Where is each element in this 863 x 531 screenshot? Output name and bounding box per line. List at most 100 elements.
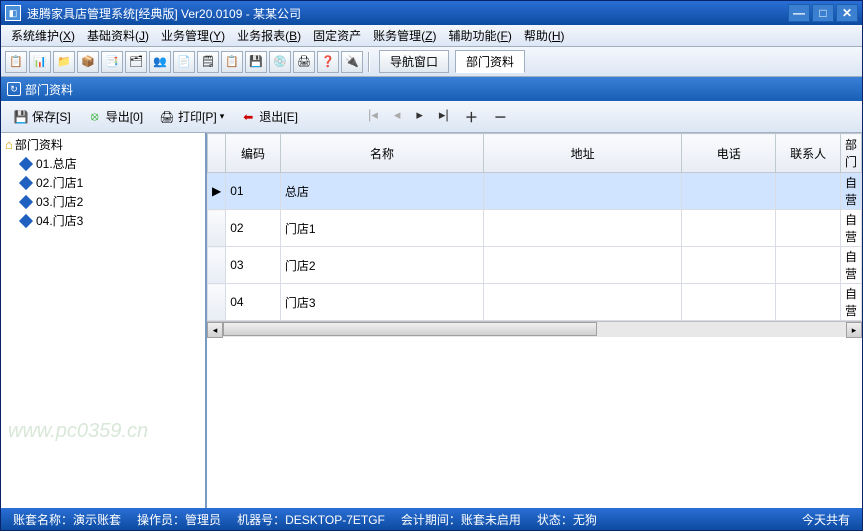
col-address[interactable]: 地址 xyxy=(484,134,682,173)
cell-contact[interactable] xyxy=(776,210,841,247)
cell-phone[interactable] xyxy=(682,173,776,210)
tab-nav-window[interactable]: 导航窗口 xyxy=(379,50,449,73)
cell-phone[interactable] xyxy=(682,210,776,247)
status-operator: 操作员：管理员 xyxy=(131,511,227,528)
cell-address[interactable] xyxy=(484,173,682,210)
data-grid[interactable]: 编码 名称 地址 电话 联系人 部门 ▶ 01 总店 自营 02 门店1 自营 xyxy=(207,133,862,321)
action-bar: 💾 保存[S] ⦻ 导出[0] 🖨 打印[P] ▾ ⬅ 退出[E] |◂ ◂ ▸… xyxy=(1,101,862,133)
add-record-button[interactable]: ＋ xyxy=(465,107,478,126)
cell-code[interactable]: 04 xyxy=(226,284,281,321)
toolbar-btn-10[interactable]: 📋 xyxy=(221,51,243,73)
cell-phone[interactable] xyxy=(682,284,776,321)
app-icon: ◧ xyxy=(5,5,21,21)
tree-item-label: 02.门店1 xyxy=(36,174,83,191)
print-icon: 🖨 xyxy=(159,109,175,125)
toolbar-btn-print[interactable]: 🖨 xyxy=(293,51,315,73)
close-button[interactable]: ✕ xyxy=(836,4,858,22)
tab-dept[interactable]: 部门资料 xyxy=(455,50,525,73)
scroll-left-button[interactable]: ◂ xyxy=(207,322,223,338)
next-record-button[interactable]: ▸ xyxy=(416,107,423,126)
toolbar-btn-3[interactable]: 📁 xyxy=(53,51,75,73)
scroll-thumb[interactable] xyxy=(223,322,597,336)
col-code[interactable]: 编码 xyxy=(226,134,281,173)
tree-item-01[interactable]: 01.总店 xyxy=(3,154,203,173)
refresh-icon[interactable]: ↻ xyxy=(7,82,21,96)
horizontal-scrollbar[interactable]: ◂ ▸ xyxy=(207,321,862,337)
cell-code[interactable]: 02 xyxy=(226,210,281,247)
cell-type[interactable]: 自营 xyxy=(840,210,861,247)
col-contact[interactable]: 联系人 xyxy=(776,134,841,173)
scroll-right-button[interactable]: ▸ xyxy=(846,322,862,338)
menu-assets[interactable]: 固定资产 xyxy=(307,25,367,46)
print-button[interactable]: 🖨 打印[P] ▾ xyxy=(153,105,230,128)
status-period: 会计期间：账套未启用 xyxy=(395,511,527,528)
cell-address[interactable] xyxy=(484,247,682,284)
menu-accounts[interactable]: 账务管理(Z) xyxy=(367,25,442,46)
table-row[interactable]: ▶ 01 总店 自营 xyxy=(208,173,862,210)
toolbar-btn-help[interactable]: ❓ xyxy=(317,51,339,73)
cell-code[interactable]: 03 xyxy=(226,247,281,284)
cell-phone[interactable] xyxy=(682,247,776,284)
diamond-icon xyxy=(19,175,33,189)
tree-item-03[interactable]: 03.门店2 xyxy=(3,192,203,211)
toolbar-btn-save[interactable]: 💾 xyxy=(245,51,267,73)
first-record-button[interactable]: |◂ xyxy=(368,107,378,126)
row-indicator xyxy=(208,247,226,284)
table-row[interactable]: 04 门店3 自营 xyxy=(208,284,862,321)
toolbar-btn-1[interactable]: 📋 xyxy=(5,51,27,73)
export-button[interactable]: ⦻ 导出[0] xyxy=(81,105,149,128)
grid-panel: 编码 名称 地址 电话 联系人 部门 ▶ 01 总店 自营 02 门店1 自营 xyxy=(207,133,862,508)
cell-name[interactable]: 门店3 xyxy=(280,284,483,321)
col-name[interactable]: 名称 xyxy=(280,134,483,173)
toolbar-btn-exit[interactable]: 🔌 xyxy=(341,51,363,73)
cell-code[interactable]: 01 xyxy=(226,173,281,210)
minimize-button[interactable]: — xyxy=(788,4,810,22)
exit-button[interactable]: ⬅ 退出[E] xyxy=(234,105,304,128)
export-icon: ⦻ xyxy=(87,109,103,125)
cell-address[interactable] xyxy=(484,284,682,321)
diamond-icon xyxy=(19,156,33,170)
tree-root[interactable]: ⌂ 部门资料 xyxy=(3,135,203,154)
cell-contact[interactable] xyxy=(776,284,841,321)
toolbar-btn-2[interactable]: 📊 xyxy=(29,51,51,73)
table-row[interactable]: 02 门店1 自营 xyxy=(208,210,862,247)
col-phone[interactable]: 电话 xyxy=(682,134,776,173)
save-label: 保存[S] xyxy=(32,108,71,125)
cell-name[interactable]: 总店 xyxy=(280,173,483,210)
exit-label: 退出[E] xyxy=(259,108,298,125)
cell-type[interactable]: 自营 xyxy=(840,173,861,210)
delete-record-button[interactable]: － xyxy=(494,107,507,126)
toolbar-btn-9[interactable]: 🗒 xyxy=(197,51,219,73)
cell-contact[interactable] xyxy=(776,173,841,210)
menu-help[interactable]: 帮助(H) xyxy=(518,25,571,46)
toolbar-separator xyxy=(368,52,370,72)
menu-system[interactable]: 系统维护(X) xyxy=(5,25,81,46)
cell-type[interactable]: 自营 xyxy=(840,247,861,284)
cell-name[interactable]: 门店2 xyxy=(280,247,483,284)
menu-base[interactable]: 基础资料(J) xyxy=(81,25,155,46)
cell-name[interactable]: 门店1 xyxy=(280,210,483,247)
col-dept[interactable]: 部门 xyxy=(840,134,861,173)
scroll-track[interactable] xyxy=(223,322,846,337)
toolbar-btn-8[interactable]: 📄 xyxy=(173,51,195,73)
menu-reports[interactable]: 业务报表(B) xyxy=(231,25,307,46)
toolbar-btn-5[interactable]: 📑 xyxy=(101,51,123,73)
menu-aux[interactable]: 辅助功能(F) xyxy=(442,25,517,46)
toolbar-btn-7[interactable]: 👥 xyxy=(149,51,171,73)
cell-address[interactable] xyxy=(484,210,682,247)
status-machine: 机器号：DESKTOP-7ETGF xyxy=(231,511,391,528)
last-record-button[interactable]: ▸| xyxy=(439,107,449,126)
maximize-button[interactable]: □ xyxy=(812,4,834,22)
toolbar-btn-6[interactable]: 🗂 xyxy=(125,51,147,73)
content-area: ⌂ 部门资料 01.总店 02.门店1 03.门店2 04.门店3 xyxy=(1,133,862,508)
toolbar-btn-11[interactable]: 💿 xyxy=(269,51,291,73)
menu-business[interactable]: 业务管理(Y) xyxy=(155,25,231,46)
toolbar-btn-4[interactable]: 📦 xyxy=(77,51,99,73)
prev-record-button[interactable]: ◂ xyxy=(394,107,401,126)
table-row[interactable]: 03 门店2 自营 xyxy=(208,247,862,284)
cell-contact[interactable] xyxy=(776,247,841,284)
save-button[interactable]: 💾 保存[S] xyxy=(7,105,77,128)
cell-type[interactable]: 自营 xyxy=(840,284,861,321)
tree-item-04[interactable]: 04.门店3 xyxy=(3,211,203,230)
tree-item-02[interactable]: 02.门店1 xyxy=(3,173,203,192)
